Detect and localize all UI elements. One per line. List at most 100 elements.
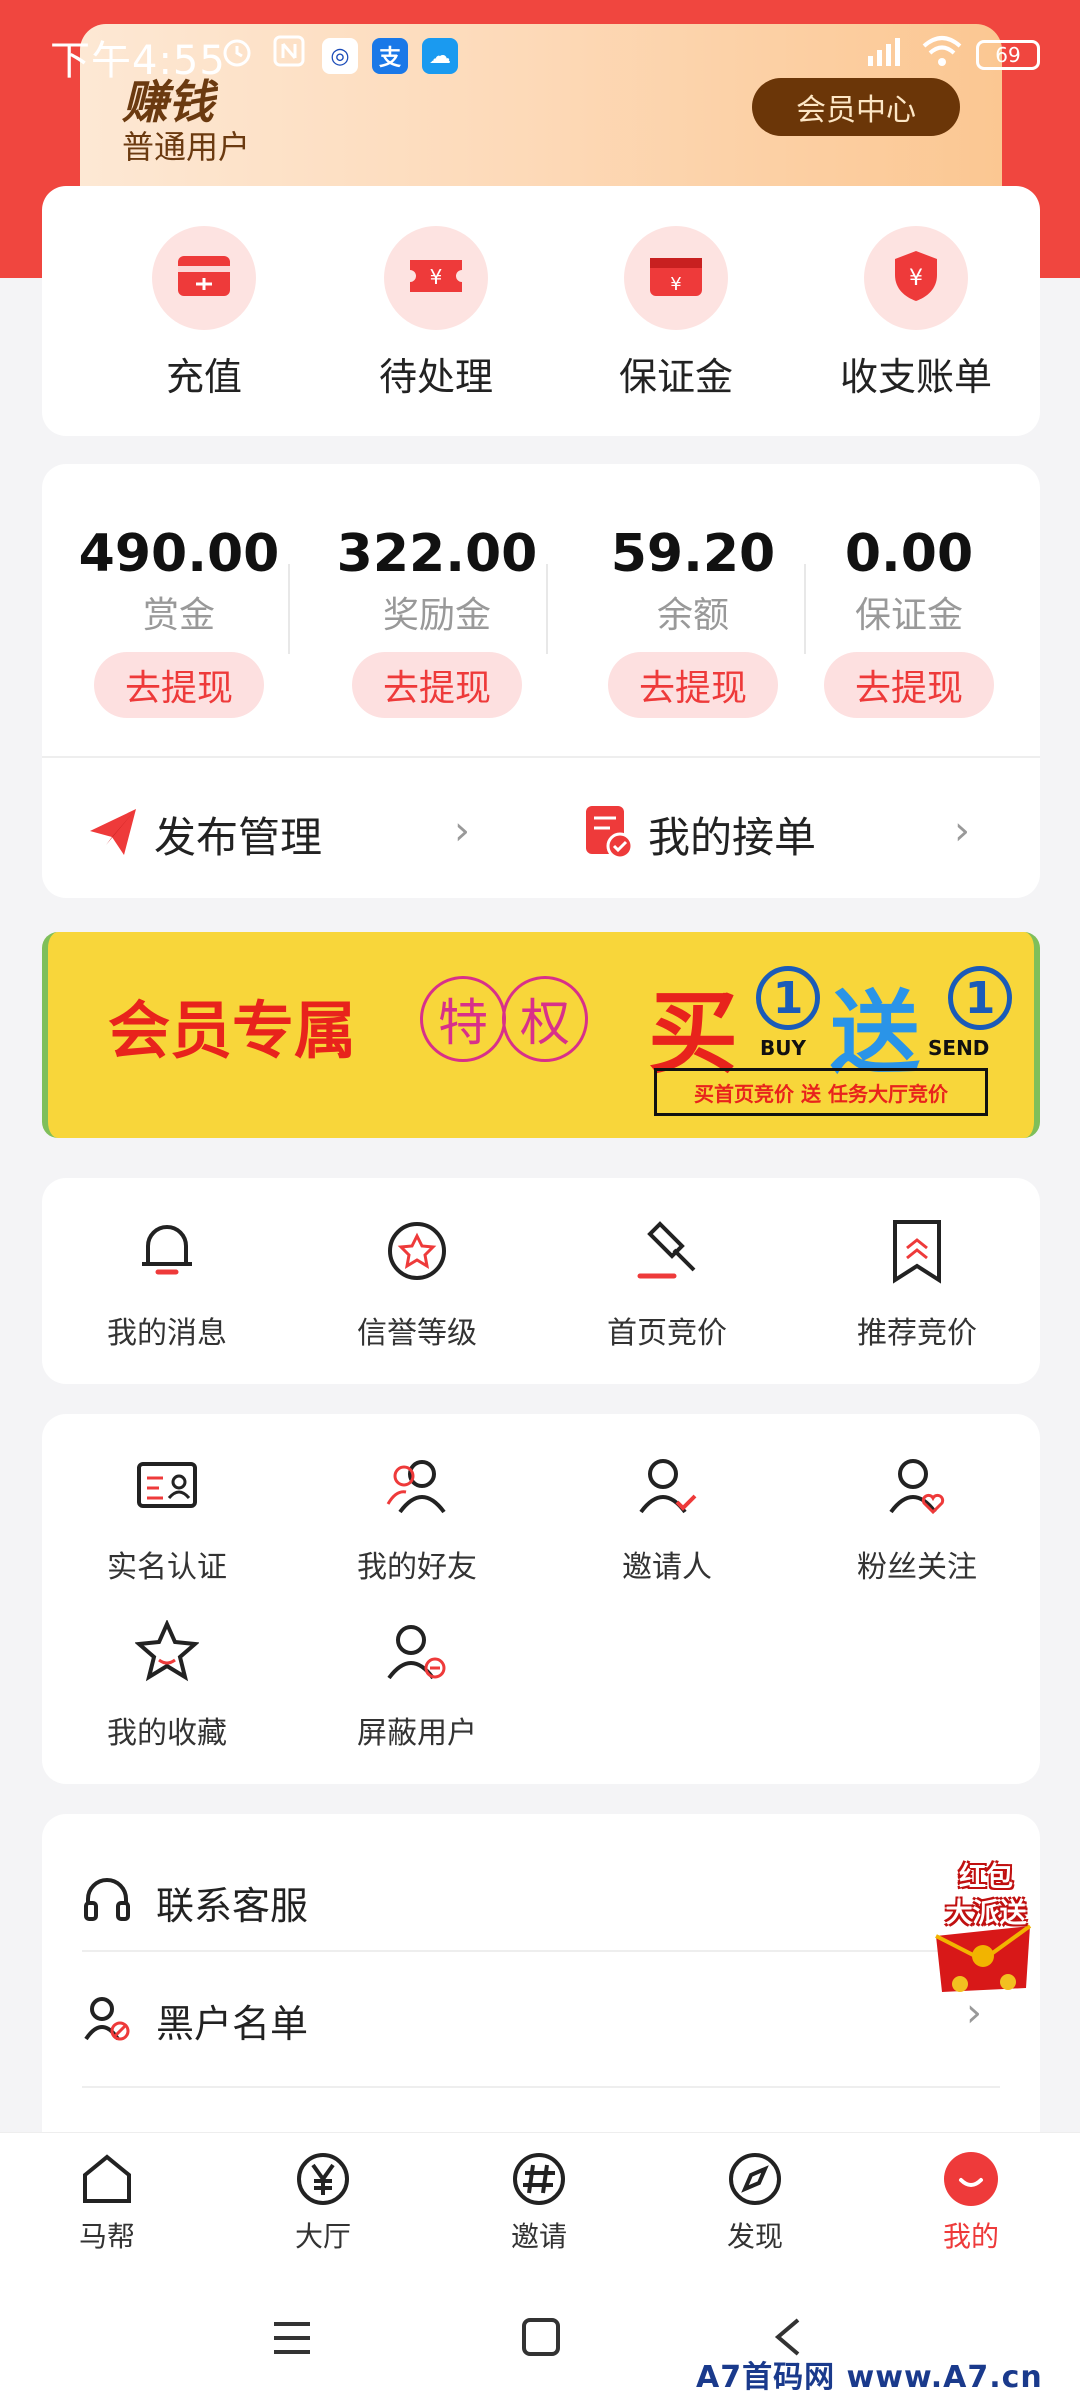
- quick-action-label: 充值: [165, 355, 242, 399]
- red-envelope-float-button[interactable]: 红包 大派送: [926, 1856, 1040, 1996]
- grid-item-home-bid[interactable]: 首页竞价: [542, 1216, 792, 1352]
- banner-subtitle: 买首页竞价 送 任务大厅竞价: [654, 1068, 988, 1116]
- quick-action-label: 收支账单: [839, 355, 992, 399]
- grid-item-label: 首页竞价: [607, 1316, 727, 1351]
- banner-send-en: SEND: [928, 1036, 990, 1060]
- list-item-label: 黑户名单: [156, 2001, 309, 2046]
- paper-plane-icon: [86, 805, 140, 863]
- chevron-right-icon: ›: [966, 1990, 982, 2036]
- grid-item-label: 我的收藏: [107, 1716, 227, 1751]
- member-center-button[interactable]: 会员中心: [752, 78, 960, 136]
- svg-text:¥: ¥: [430, 265, 443, 289]
- chevron-right-icon: ›: [454, 808, 470, 854]
- id-card-icon: [132, 1450, 202, 1520]
- grid-item-blocked-users[interactable]: 屏蔽用户: [292, 1616, 542, 1752]
- balance-value: 322.00: [336, 524, 538, 584]
- chevron-right-icon: ›: [954, 808, 970, 854]
- tab-me[interactable]: 我的: [896, 2149, 1046, 2255]
- grid-item-fans[interactable]: 粉丝关注: [792, 1450, 1042, 1586]
- member-promo-banner[interactable]: 会员专属 特 权 买 1 BUY 送 1 SEND 买首页竞价 送 任务大厅竞价: [42, 932, 1040, 1138]
- user-type-label: 普通用户: [122, 128, 251, 166]
- document-check-icon: [584, 804, 634, 864]
- grid-item-label: 信誉等级: [357, 1316, 477, 1351]
- divider: [42, 756, 1040, 758]
- withdraw-button[interactable]: 去提现: [608, 652, 778, 718]
- star-badge-icon: [382, 1216, 452, 1286]
- wifi-icon: [920, 32, 964, 78]
- withdraw-button[interactable]: 去提现: [94, 652, 264, 718]
- tab-discover[interactable]: 发现: [680, 2149, 830, 2255]
- publish-management-label: 发布管理: [154, 812, 323, 862]
- red-envelope-line2: 大派送: [945, 1898, 1027, 1929]
- alipay-icon: 支: [372, 38, 408, 74]
- svg-text:¥: ¥: [670, 274, 681, 295]
- grid-item-real-name[interactable]: 实名认证: [42, 1450, 292, 1586]
- user-block-icon: [382, 1616, 452, 1686]
- compass-icon: [725, 2149, 785, 2209]
- tab-label: 马帮: [78, 2220, 135, 2253]
- balance-reward: 322.00 奖励金 去提现: [312, 524, 562, 718]
- cloud-icon: ☁: [422, 38, 458, 74]
- grid-item-label: 实名认证: [107, 1550, 227, 1585]
- bell-icon: [132, 1216, 202, 1286]
- quick-action-bills[interactable]: ¥ 收支账单: [806, 226, 1026, 401]
- balance-value: 490.00: [78, 524, 280, 584]
- balance-value: 59.20: [610, 524, 776, 584]
- wallet-icon: ¥: [648, 254, 704, 302]
- grid-item-friends[interactable]: 我的好友: [292, 1450, 542, 1586]
- grid-item-recommend-bid[interactable]: 推荐竞价: [792, 1216, 1042, 1352]
- battery-icon: 69: [976, 40, 1040, 70]
- svg-text:¥: ¥: [909, 266, 923, 291]
- tab-home[interactable]: 马帮: [32, 2149, 182, 2255]
- tab-label: 我的: [942, 2220, 999, 2253]
- signal-icon: [862, 32, 908, 78]
- bookmark-icon: [882, 1216, 952, 1286]
- card-icon: [176, 254, 232, 302]
- withdraw-button[interactable]: 去提现: [824, 652, 994, 718]
- menu-icon[interactable]: [270, 2318, 314, 2362]
- hash-circle-icon: [509, 2149, 569, 2209]
- tab-invite[interactable]: 邀请: [464, 2149, 614, 2255]
- grid-item-label: 推荐竞价: [857, 1316, 977, 1351]
- home-icon: [77, 2149, 137, 2209]
- grid-item-favorites[interactable]: 我的收藏: [42, 1616, 292, 1752]
- balance-card: 490.00 赏金 去提现 322.00 奖励金 去提现 59.20 余额 去提…: [42, 464, 1040, 898]
- divider: [82, 1950, 1000, 1952]
- home-button-icon[interactable]: [520, 2316, 562, 2362]
- friends-icon: [382, 1450, 452, 1520]
- quick-action-label: 待处理: [378, 355, 493, 399]
- gavel-icon: [632, 1216, 702, 1286]
- tab-label: 大厅: [294, 2220, 351, 2253]
- grid-item-label: 屏蔽用户: [357, 1716, 477, 1751]
- my-orders-label: 我的接单: [648, 812, 817, 862]
- quick-action-recharge[interactable]: 充值: [94, 226, 314, 401]
- bottom-tab-bar: 马帮 大厅 邀请 发现 我的: [0, 2132, 1080, 2272]
- grid-item-label: 邀请人: [622, 1550, 712, 1585]
- balance-label: 奖励金: [382, 595, 491, 636]
- feature-grid-2: 实名认证 我的好友 邀请人 粉丝关注 我的收藏 屏蔽用户: [42, 1414, 1040, 1784]
- banner-te: 特: [420, 976, 506, 1062]
- grid-item-label: 我的消息: [107, 1316, 227, 1351]
- grid-item-messages[interactable]: 我的消息: [42, 1216, 292, 1352]
- quick-action-deposit[interactable]: ¥ 保证金: [566, 226, 786, 401]
- list-item-blacklist[interactable]: 黑户名单: [82, 1954, 1000, 2086]
- grid-item-label: 粉丝关注: [857, 1550, 977, 1585]
- quick-action-pending[interactable]: ¥ 待处理: [326, 226, 546, 401]
- nfc-icon: [270, 32, 308, 80]
- banner-one: 1: [948, 966, 1012, 1030]
- tab-hall[interactable]: 大厅: [248, 2149, 398, 2255]
- grid-item-credit-level[interactable]: 信誉等级: [292, 1216, 542, 1352]
- grid-item-label: 我的好友: [357, 1550, 477, 1585]
- balance-value: 0.00: [844, 524, 974, 584]
- banner-quan: 权: [502, 976, 588, 1062]
- tab-label: 邀请: [510, 2220, 567, 2253]
- smile-icon: [941, 2149, 1001, 2209]
- list-item-customer-service[interactable]: 联系客服: [82, 1836, 1000, 1968]
- withdraw-button[interactable]: 去提现: [352, 652, 522, 718]
- divider: [546, 564, 548, 654]
- grid-item-inviter[interactable]: 邀请人: [542, 1450, 792, 1586]
- banner-title: 会员专属: [108, 994, 357, 1067]
- balance-label: 保证金: [854, 595, 963, 636]
- balance-label: 余额: [656, 595, 729, 636]
- divider: [288, 564, 290, 654]
